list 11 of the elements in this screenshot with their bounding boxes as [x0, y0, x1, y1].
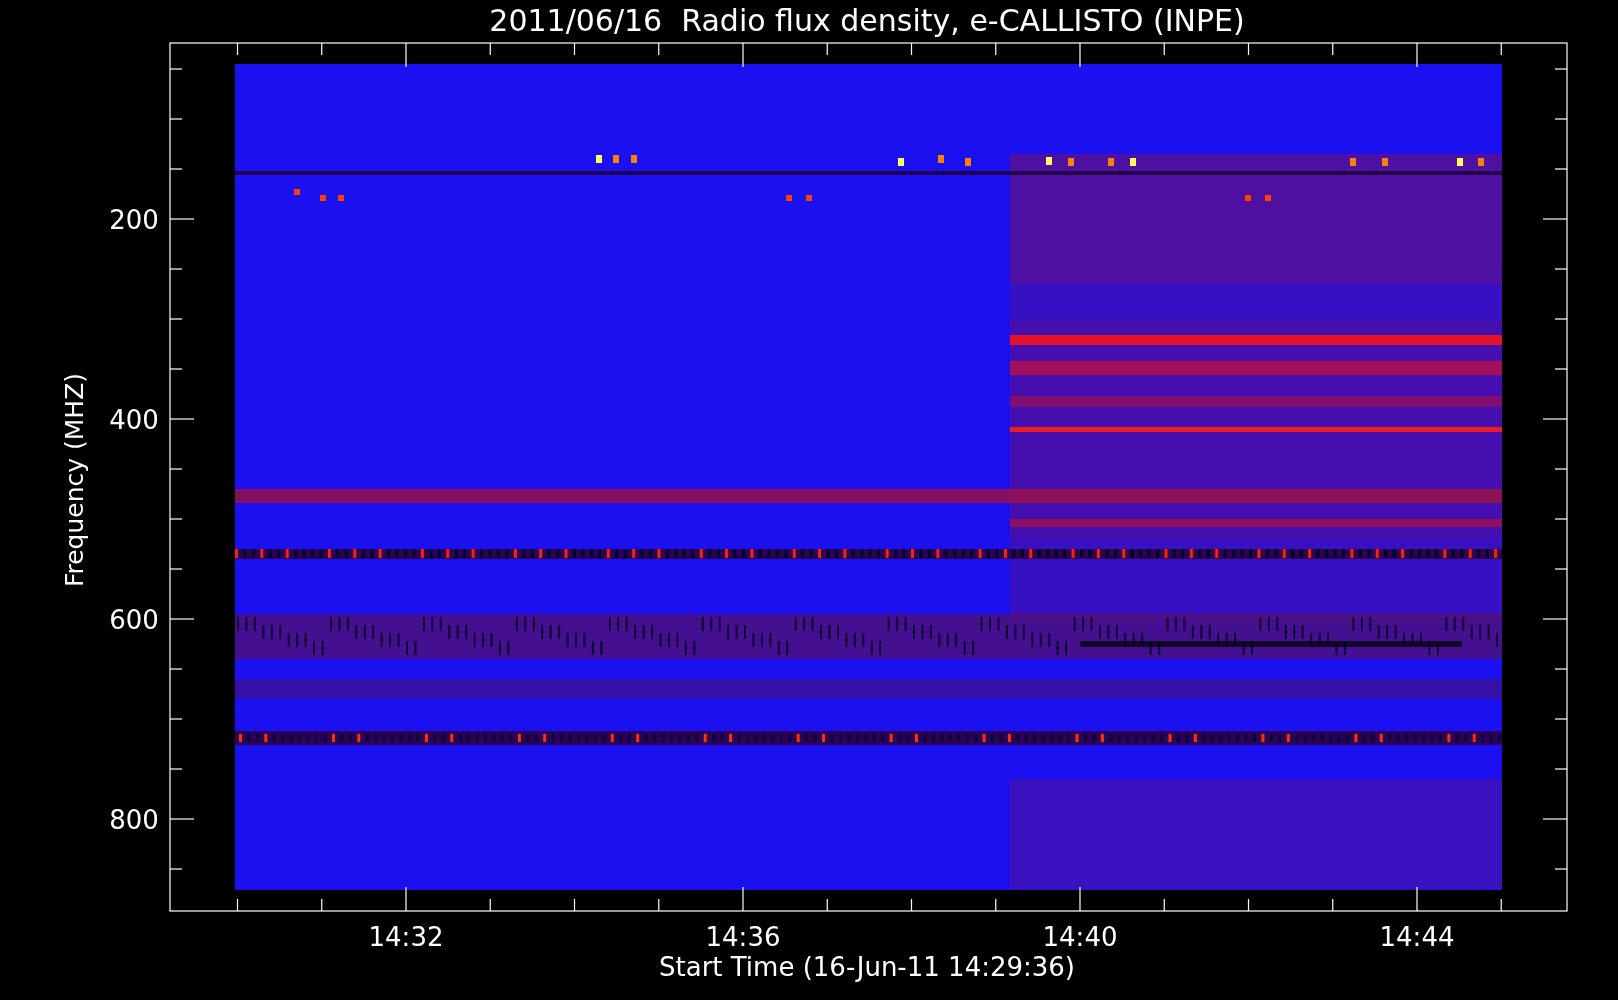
axis-title: Start Time (16-Jun-11 14:29:36) — [659, 952, 1075, 982]
axis-title: Frequency (MHZ) — [60, 372, 89, 588]
tick-label: 400 — [109, 405, 159, 435]
tick-label: 14:36 — [705, 922, 781, 952]
chart-title: 2011/06/16 Radio flux density, e-CALLISTO (INPE) — [489, 3, 1245, 38]
tick-label: 14:40 — [1042, 922, 1118, 952]
tick-label: 14:32 — [368, 922, 444, 952]
tick-label: 800 — [109, 805, 159, 835]
tick-label: 600 — [109, 605, 159, 635]
tick-label: 200 — [109, 205, 159, 235]
tick-label: 14:44 — [1379, 922, 1455, 952]
